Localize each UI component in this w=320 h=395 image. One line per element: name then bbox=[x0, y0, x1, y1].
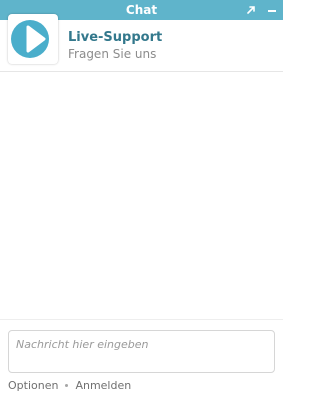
composer-divider bbox=[0, 319, 283, 320]
chat-footer: Optionen Anmelden bbox=[8, 378, 131, 392]
agent-name: Live-Support bbox=[68, 30, 163, 45]
minimize-button[interactable] bbox=[264, 0, 280, 20]
agent-subtitle: Fragen Sie uns bbox=[68, 47, 157, 61]
message-area[interactable] bbox=[0, 72, 283, 318]
options-link[interactable]: Optionen bbox=[8, 379, 58, 392]
popout-button[interactable] bbox=[243, 0, 259, 20]
message-input[interactable] bbox=[9, 331, 274, 372]
message-input-box bbox=[8, 330, 275, 373]
footer-separator bbox=[65, 383, 69, 387]
avatar bbox=[8, 14, 58, 64]
play-logo-icon bbox=[11, 20, 49, 58]
minimize-icon bbox=[268, 10, 276, 12]
login-link[interactable]: Anmelden bbox=[75, 379, 131, 392]
popout-arrow-icon bbox=[247, 6, 255, 14]
